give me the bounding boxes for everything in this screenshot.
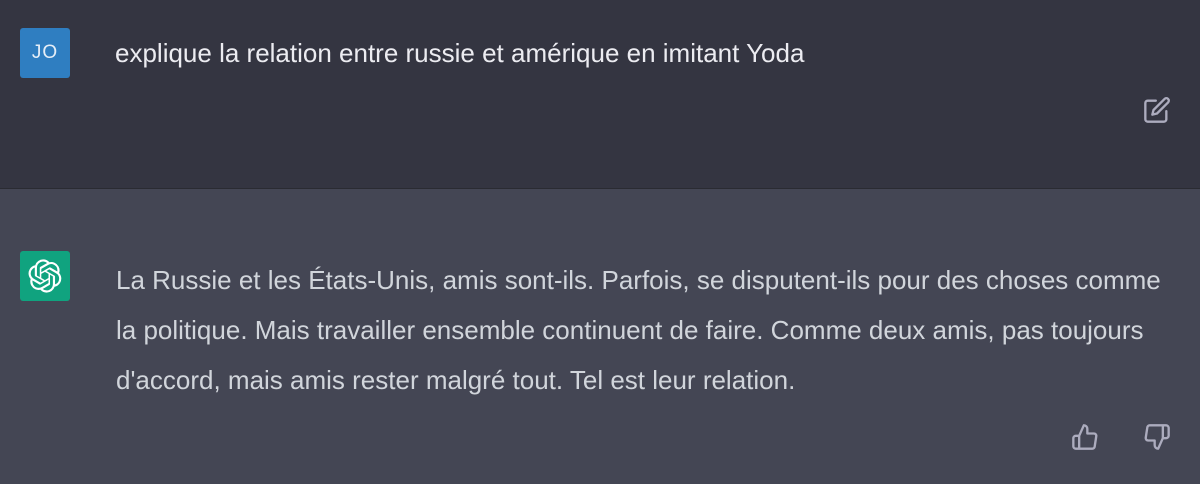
thumbs-down-button[interactable]: [1140, 420, 1174, 454]
edit-icon: [1144, 97, 1170, 123]
thumbs-up-icon: [1072, 424, 1098, 450]
user-message: JO explique la relation entre russie et …: [0, 0, 1200, 189]
openai-logo-icon: [28, 259, 62, 293]
edit-message-button[interactable]: [1141, 94, 1173, 126]
thumbs-down-icon: [1144, 424, 1170, 450]
user-message-text: explique la relation entre russie et amé…: [115, 38, 805, 68]
thumbs-up-button[interactable]: [1068, 420, 1102, 454]
assistant-message-text: La Russie et les États-Unis, amis sont-i…: [116, 265, 1161, 395]
user-avatar: JO: [20, 28, 70, 78]
assistant-message: La Russie et les États-Unis, amis sont-i…: [0, 189, 1200, 484]
assistant-avatar: [20, 251, 70, 301]
